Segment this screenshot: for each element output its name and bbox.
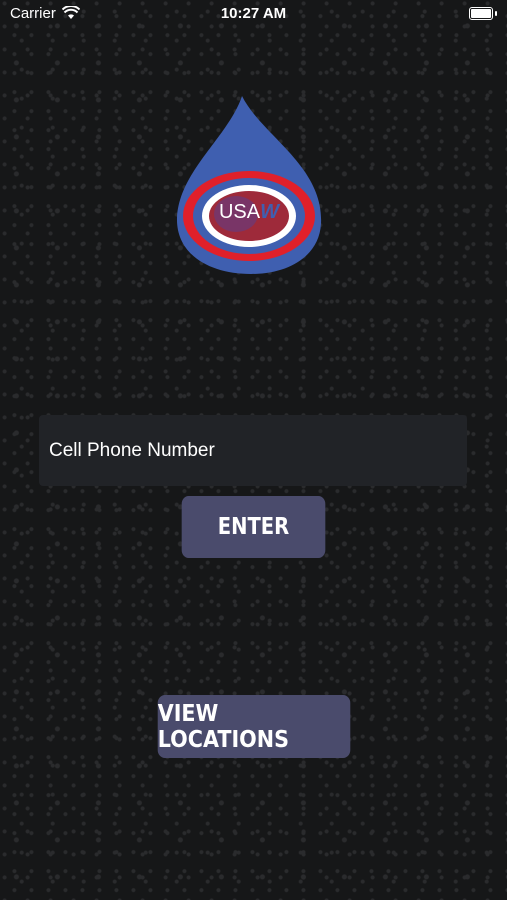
usaw-logo: USAW [174, 96, 324, 276]
phone-number-field[interactable] [39, 415, 467, 486]
battery-icon [469, 7, 493, 20]
enter-button[interactable]: ENTER [181, 496, 326, 558]
logo-text-usa: USA [218, 201, 261, 223]
logo-text: USAW [174, 201, 324, 224]
status-bar: Carrier 10:27 AM [0, 0, 507, 30]
phone-number-input[interactable] [39, 415, 467, 486]
battery-tip [495, 11, 497, 16]
water-drop-logo-icon [176, 96, 322, 274]
logo-text-w: W [260, 201, 279, 223]
clock: 10:27 AM [220, 5, 287, 22]
view-locations-button[interactable]: VIEW LOCATIONS [157, 695, 351, 758]
